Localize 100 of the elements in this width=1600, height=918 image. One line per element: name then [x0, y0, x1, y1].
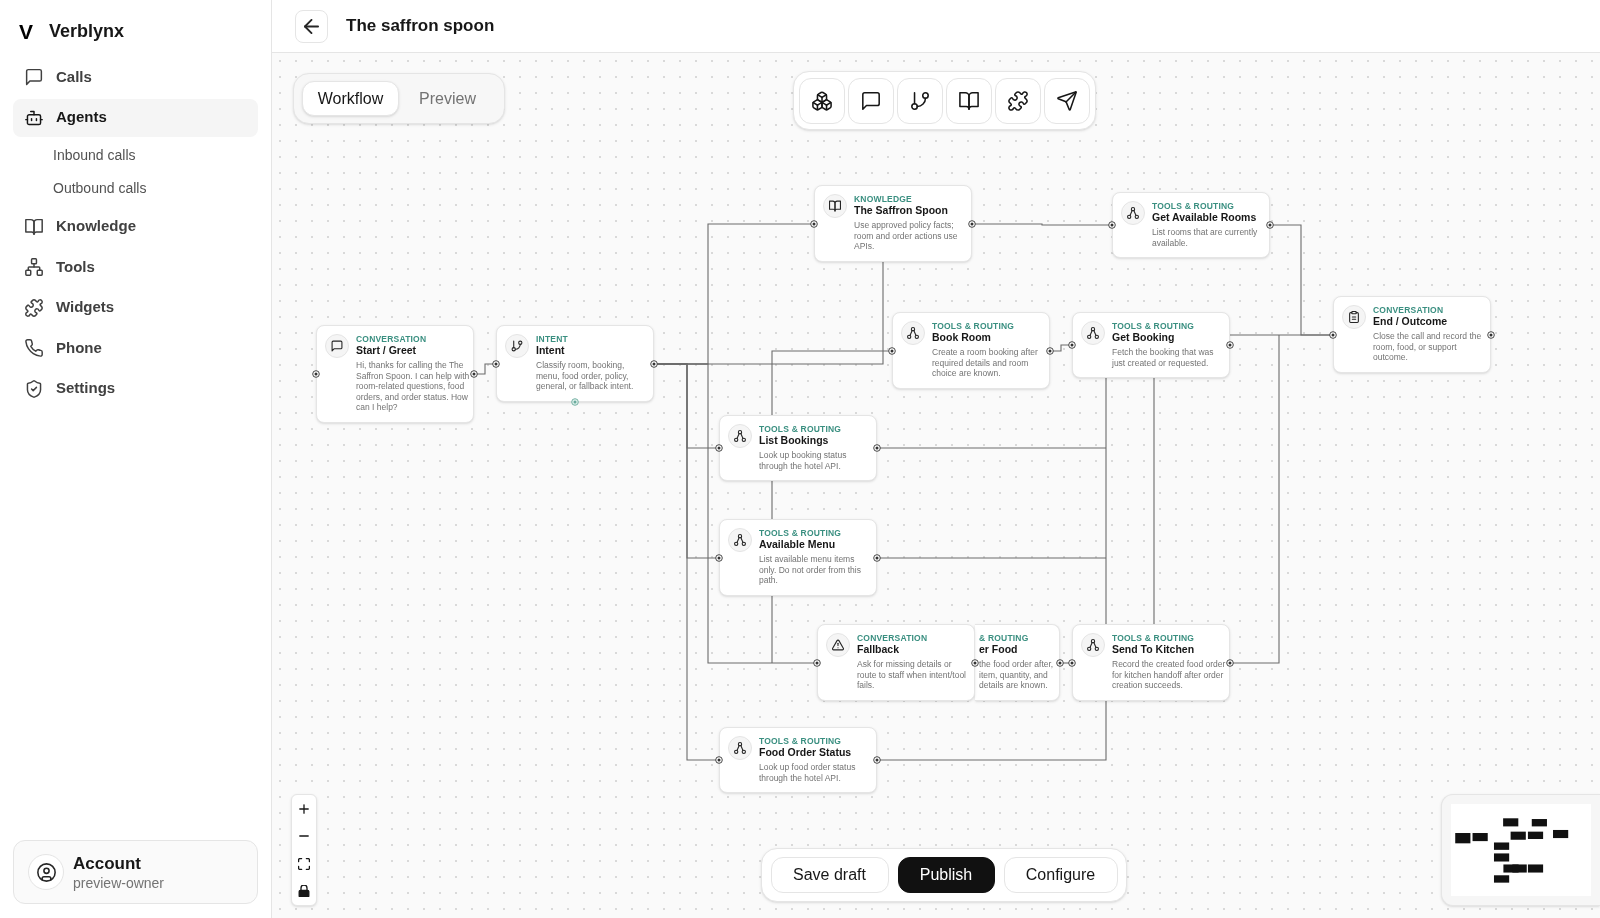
- branch-icon: [505, 334, 529, 358]
- port-icon[interactable]: [312, 370, 320, 378]
- port-icon[interactable]: [715, 756, 723, 764]
- clipboard-icon: [1342, 305, 1366, 329]
- port-icon[interactable]: [873, 756, 881, 764]
- network-icon: [1081, 321, 1105, 345]
- node-category: CONVERSATION: [356, 334, 428, 344]
- node-title: Intent: [536, 344, 566, 357]
- node-category: CONVERSATION: [857, 633, 929, 643]
- puzzle-piece-icon: [1008, 90, 1028, 111]
- port-icon[interactable]: [1266, 221, 1274, 229]
- send-icon: [1057, 90, 1077, 111]
- nav-item[interactable]: Knowledge: [13, 207, 258, 246]
- node-title: The Saffron Spoon: [854, 204, 949, 217]
- port-icon[interactable]: [470, 370, 478, 378]
- network-icon: [1121, 201, 1145, 225]
- network-icon: [728, 424, 752, 448]
- node-category: CONVERSATION: [1373, 305, 1445, 315]
- workflow-node[interactable]: CONVERSATION End / Outcome Close the call and record the room, food, or support outcome.: [1333, 296, 1491, 373]
- nav-item[interactable]: Phone: [13, 329, 258, 367]
- nav-item[interactable]: Settings: [13, 369, 258, 408]
- node-title: End / Outcome: [1373, 315, 1449, 328]
- configure-button[interactable]: Configure: [1003, 857, 1118, 893]
- port-icon[interactable]: [1329, 331, 1337, 339]
- port-icon[interactable]: [1108, 221, 1116, 229]
- lock-icon: [298, 885, 310, 898]
- tab[interactable]: Workflow: [302, 81, 399, 116]
- nav-item[interactable]: Widgets: [13, 288, 258, 327]
- network-icon: [901, 321, 925, 345]
- node-description: Look up booking status through the hotel API.: [759, 450, 848, 471]
- save-draft-button[interactable]: Save draft: [770, 857, 889, 893]
- node-description: List rooms that are currently available.: [1152, 227, 1259, 248]
- toolbar-button[interactable]: [897, 77, 943, 124]
- node-title: Available Menu: [759, 538, 837, 551]
- toolbar-button[interactable]: [1044, 77, 1090, 124]
- shield-check-icon: [25, 379, 43, 398]
- warning-icon: [826, 633, 850, 657]
- port-icon[interactable]: [650, 360, 658, 368]
- nav-item[interactable]: Agents: [13, 98, 258, 137]
- plus-icon: [298, 802, 310, 815]
- port-icon[interactable]: [968, 220, 976, 228]
- user-avatar-icon: [28, 854, 64, 890]
- node-category: TOOLS & ROUTING: [759, 528, 843, 538]
- workflow-node[interactable]: TOOLS & ROUTING Get Available Rooms List rooms that are currently available.: [1112, 192, 1270, 258]
- workflow-node[interactable]: INTENT Intent Classify room, booking, menu, food order, policy, general, or fallback intent.: [496, 325, 654, 402]
- node-category: INTENT: [536, 334, 569, 344]
- node-title: Fallback: [857, 643, 901, 656]
- node-category: TOOLS & ROUTING: [1112, 321, 1196, 331]
- chat-bubble-icon: [25, 68, 43, 86]
- workflow-node[interactable]: CONVERSATION Start / Greet Hi, thanks for calling the The Saffron Spoon. I can help with room-related questions, food orders, and order status. How can I help?: [316, 325, 474, 423]
- workflow-node[interactable]: & ROUTING er Food the food order after, item, quantity, and details are known.: [975, 624, 1060, 701]
- port-icon[interactable]: [813, 659, 821, 667]
- node-title: Get Booking: [1112, 331, 1176, 344]
- port-icon[interactable]: [715, 444, 723, 452]
- toolbar-button[interactable]: [848, 77, 894, 124]
- node-title: Food Order Status: [759, 746, 853, 759]
- port-icon[interactable]: [873, 554, 881, 562]
- network-icon: [1081, 633, 1105, 657]
- toolbar-button[interactable]: [946, 77, 992, 124]
- publish-button[interactable]: Publish: [897, 857, 995, 893]
- port-icon[interactable]: [1068, 341, 1076, 349]
- port-icon[interactable]: [492, 360, 500, 368]
- account-card[interactable]: Account preview-owner: [13, 840, 258, 904]
- nav-item[interactable]: Calls: [13, 58, 258, 96]
- port-icon[interactable]: [1226, 659, 1234, 667]
- nav-subitem[interactable]: Outbound calls: [13, 172, 258, 205]
- port-icon[interactable]: [1226, 341, 1234, 349]
- workflow-node[interactable]: KNOWLEDGE The Saffron Spoon Use approved policy facts; room and order actions use APIs.: [814, 185, 972, 262]
- nav-subitem[interactable]: Inbound calls: [13, 139, 258, 172]
- workflow-node[interactable]: TOOLS & ROUTING Book Room Create a room booking after required details and room choice are known.: [892, 312, 1050, 389]
- robot-icon: [25, 108, 43, 127]
- tab[interactable]: Preview: [399, 81, 496, 116]
- workflow-node[interactable]: TOOLS & ROUTING Get Booking Fetch the booking that was just created or requested.: [1072, 312, 1230, 378]
- node-category: TOOLS & ROUTING: [1152, 201, 1236, 211]
- toolbar-button[interactable]: [995, 77, 1041, 124]
- workflow-node[interactable]: TOOLS & ROUTING Food Order Status Look up food order status through the hotel API.: [719, 727, 877, 793]
- node-category: TOOLS & ROUTING: [1112, 633, 1196, 643]
- node-title: Send To Kitchen: [1112, 643, 1196, 656]
- port-icon[interactable]: [873, 444, 881, 452]
- port-icon[interactable]: [888, 347, 896, 355]
- port-icon[interactable]: [971, 659, 979, 667]
- workflow-node[interactable]: TOOLS & ROUTING Send To Kitchen Record the created food order for kitchen handoff after order creation succeeds.: [1072, 624, 1230, 701]
- workflow-node[interactable]: CONVERSATION Fallback Ask for missing details or route to staff when intent/tool fails.: [817, 624, 975, 701]
- network-icon: [728, 736, 752, 760]
- port-icon[interactable]: [1487, 331, 1495, 339]
- nav-item[interactable]: Tools: [13, 248, 258, 286]
- node-category: TOOLS & ROUTING: [759, 424, 843, 434]
- back-button[interactable]: [295, 9, 328, 43]
- port-icon[interactable]: [1046, 347, 1054, 355]
- port-icon[interactable]: [715, 554, 723, 562]
- open-book-icon: [959, 90, 979, 111]
- network-icon: [25, 258, 43, 276]
- account-name: Account: [73, 852, 142, 874]
- port-icon[interactable]: [810, 220, 818, 228]
- page-title: The saffron spoon: [346, 15, 495, 38]
- node-description: Close the call and record the room, food, or support outcome.: [1373, 331, 1483, 363]
- node-description: Hi, thanks for calling the The Saffron Spoon. I can help with room-related questions, food orders, and order status. How can I help?: [356, 360, 470, 413]
- toolbar-button[interactable]: [799, 77, 845, 124]
- workflow-node[interactable]: TOOLS & ROUTING Available Menu List available menu items only. Do not order from this path.: [719, 519, 877, 596]
- workflow-node[interactable]: TOOLS & ROUTING List Bookings Look up booking status through the hotel API.: [719, 415, 877, 481]
